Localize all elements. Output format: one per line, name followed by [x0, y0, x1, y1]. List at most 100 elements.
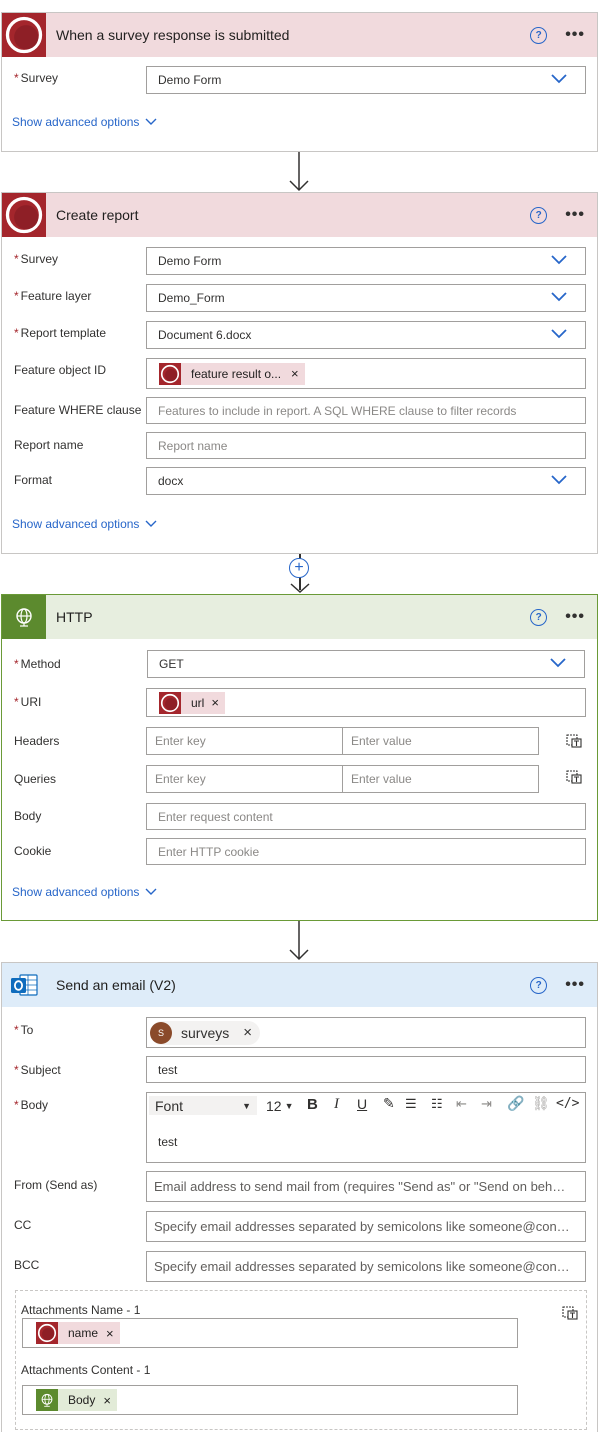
attachments-content-input[interactable]: Body × — [22, 1385, 518, 1415]
help-icon[interactable]: ? — [530, 608, 548, 626]
help-icon[interactable]: ? — [530, 206, 548, 224]
more-options-icon[interactable]: ••• — [565, 206, 585, 224]
help-icon[interactable]: ? — [530, 26, 548, 44]
unlink-icon[interactable]: ⛓ — [532, 1095, 550, 1112]
insert-step-plus-icon[interactable]: + — [289, 558, 309, 578]
remove-token-icon[interactable]: × — [211, 695, 219, 710]
dynamic-content-token[interactable]: name × — [36, 1322, 120, 1344]
survey-label: * Survey — [14, 71, 59, 85]
survey-value: Demo Form — [158, 254, 222, 268]
report-template-dropdown[interactable]: Document 6.docx — [146, 321, 586, 349]
uri-input[interactable]: url × — [146, 688, 586, 717]
show-advanced-options-link[interactable]: Show advanced options — [12, 517, 157, 531]
avatar: S — [150, 1021, 172, 1044]
http-globe-icon — [2, 595, 46, 639]
from-input[interactable]: Email address to send mail from (require… — [146, 1171, 586, 1202]
body-input[interactable]: Enter request content — [146, 803, 586, 830]
query-value-input[interactable]: Enter value — [342, 765, 539, 793]
token-label: name — [68, 1326, 99, 1340]
code-view-icon[interactable]: </> — [556, 1096, 579, 1111]
bold-icon[interactable]: B — [307, 1096, 318, 1113]
survey123-icon — [2, 193, 46, 237]
survey-dropdown[interactable]: Demo Form — [146, 66, 586, 94]
highlight-pen-icon[interactable]: ✎ — [383, 1095, 395, 1112]
report-template-label: * Report template — [14, 326, 107, 340]
more-options-icon[interactable]: ••• — [565, 26, 585, 44]
header-value-input[interactable]: Enter value — [342, 727, 539, 755]
cookie-input[interactable]: Enter HTTP cookie — [146, 838, 586, 865]
send-email-header[interactable]: Send an email (V2) ? ••• — [2, 963, 597, 1007]
http-globe-icon — [36, 1389, 58, 1411]
method-dropdown[interactable]: GET — [147, 650, 585, 678]
uri-label: * URI — [14, 695, 42, 709]
chevron-down-icon — [551, 255, 567, 265]
numbered-list-icon[interactable]: ☷ — [431, 1096, 443, 1112]
survey123-icon — [159, 363, 181, 385]
more-options-icon[interactable]: ••• — [565, 976, 585, 994]
trigger-header[interactable]: When a survey response is submitted ? ••… — [2, 13, 597, 57]
cc-input[interactable]: Specify email addresses separated by sem… — [146, 1211, 586, 1242]
show-advanced-options-link[interactable]: Show advanced options — [12, 115, 157, 129]
attachments-name-input[interactable]: name × — [22, 1318, 518, 1348]
bcc-input[interactable]: Specify email addresses separated by sem… — [146, 1251, 586, 1282]
italic-icon[interactable]: I — [334, 1096, 339, 1113]
token-label: feature result o... — [191, 366, 282, 381]
increase-indent-icon[interactable]: ⇥ — [481, 1096, 492, 1112]
remove-token-icon[interactable]: × — [106, 1326, 114, 1341]
create-report-title: Create report — [56, 207, 139, 223]
survey-dropdown[interactable]: Demo Form — [146, 247, 586, 275]
font-family-select[interactable]: Font ▼ — [149, 1096, 257, 1115]
feature-object-id-label: Feature object ID — [14, 363, 107, 377]
format-label: Format — [14, 473, 53, 487]
help-icon[interactable]: ? — [530, 976, 548, 994]
feature-layer-dropdown[interactable]: Demo_Form — [146, 284, 586, 312]
from-label: From (Send as) — [14, 1178, 98, 1192]
body-rich-text-editor[interactable]: Font ▼ 12 ▼ B I U ✎ ☰ ☷ ⇤ ⇥ 🔗 ⛓ </> test — [146, 1092, 586, 1163]
headers-label: Headers — [14, 734, 60, 748]
to-input[interactable]: S surveys × — [146, 1017, 586, 1048]
rich-text-toolbar: Font ▼ 12 ▼ B I U ✎ ☰ ☷ ⇤ ⇥ 🔗 ⛓ </> — [147, 1093, 585, 1119]
body-text: test — [158, 1135, 178, 1149]
feature-layer-label: * Feature layer — [14, 289, 92, 303]
remove-token-icon[interactable]: × — [103, 1393, 111, 1408]
report-name-input[interactable]: Report name — [146, 432, 586, 459]
body-label: * Body — [14, 1098, 49, 1112]
http-header[interactable]: HTTP ? ••• — [2, 595, 597, 639]
feature-object-id-input[interactable]: feature result o... × — [146, 358, 586, 389]
feature-where-clause-input[interactable]: Features to include in report. A SQL WHE… — [146, 397, 586, 424]
remove-recipient-icon[interactable]: × — [243, 1024, 252, 1041]
query-key-input[interactable]: Enter key — [146, 765, 343, 793]
header-key-input[interactable]: Enter key — [146, 727, 343, 755]
subject-input[interactable]: test — [146, 1056, 586, 1083]
cc-label: CC — [14, 1218, 32, 1232]
link-icon[interactable]: 🔗 — [507, 1095, 524, 1112]
create-report-header[interactable]: Create report ? ••• — [2, 193, 597, 237]
dynamic-content-token[interactable]: feature result o... × — [159, 362, 305, 385]
survey123-icon — [2, 13, 46, 57]
decrease-indent-icon[interactable]: ⇤ — [456, 1096, 467, 1112]
chevron-down-icon — [551, 475, 567, 485]
bullet-list-icon[interactable]: ☰ — [405, 1096, 417, 1112]
underline-icon[interactable]: U — [357, 1096, 367, 1112]
show-advanced-options-link[interactable]: Show advanced options — [12, 885, 157, 899]
more-options-icon[interactable]: ••• — [565, 608, 585, 626]
survey123-icon — [159, 692, 181, 714]
recipient-token[interactable]: S surveys × — [150, 1020, 260, 1045]
format-dropdown[interactable]: docx — [146, 467, 586, 495]
switch-to-text-mode-icon[interactable] — [562, 1304, 578, 1320]
font-size-value: 12 — [266, 1097, 282, 1114]
chevron-down-icon — [550, 658, 566, 668]
remove-token-icon[interactable]: × — [291, 366, 299, 381]
switch-to-text-mode-icon[interactable] — [566, 732, 582, 748]
body-label: Body — [14, 809, 42, 823]
method-label: * Method — [14, 657, 61, 671]
attachments-content-label: Attachments Content - 1 — [21, 1363, 151, 1377]
dynamic-content-token[interactable]: url × — [159, 691, 225, 714]
report-name-label: Report name — [14, 438, 84, 452]
font-size-select[interactable]: 12 ▼ — [262, 1096, 304, 1115]
feature-where-clause-label: Feature WHERE clause — [14, 403, 142, 417]
dynamic-content-token[interactable]: Body × — [36, 1389, 117, 1411]
http-card: HTTP ? ••• * Method GET * URI url × Header… — [1, 594, 598, 921]
switch-to-text-mode-icon[interactable] — [566, 768, 582, 784]
down-arrow-icon — [288, 152, 310, 192]
